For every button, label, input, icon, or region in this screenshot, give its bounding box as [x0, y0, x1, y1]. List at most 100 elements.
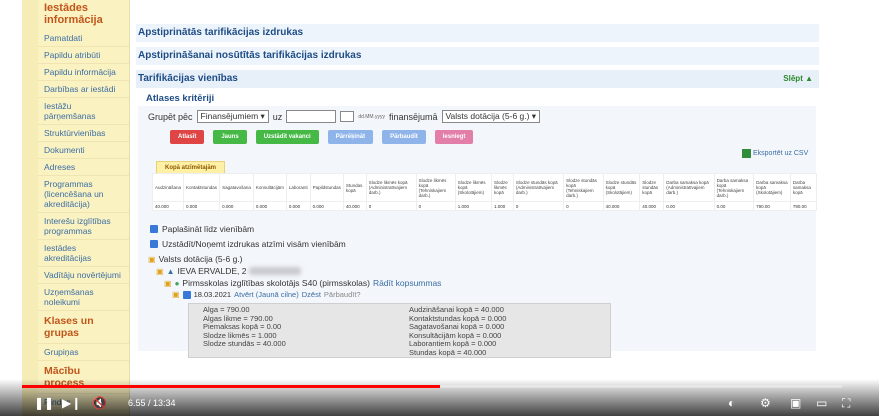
table-cell: 0.00: [663, 201, 715, 211]
folder-icon: ▣: [148, 254, 156, 264]
verify-button[interactable]: Pārbaudīt: [382, 130, 426, 144]
sidebar-item[interactable]: Iestādes akreditācijas: [38, 240, 129, 267]
open-new-tab-link[interactable]: Atvērt (Jaunā cilne): [234, 290, 299, 299]
sidebar-item[interactable]: Vadītāju novērtējumi: [38, 267, 129, 284]
table-header: Slodze likmēs kopā (Skolotājiem): [454, 173, 492, 202]
table-header: Slodze stundās kopā (Tehniskajiem darb.): [563, 173, 604, 202]
summary-table: Audzināšana Kontaktstundas Sagatavošana Kon…: [151, 173, 818, 211]
show-totals-link[interactable]: Rādīt kopsummas: [373, 278, 442, 288]
verify-link[interactable]: Pārbaudīt?: [324, 290, 361, 299]
next-icon[interactable]: ▶❙: [62, 396, 81, 410]
table-cell: 0.000: [309, 201, 344, 211]
table-cell: 0.000: [252, 201, 287, 211]
table-header: Papildstundas: [309, 173, 344, 202]
sidebar-item[interactable]: Adreses: [38, 159, 129, 176]
person-icon: ●: [174, 278, 180, 288]
settings-icon[interactable]: ⚙: [760, 396, 771, 410]
recalculate-button[interactable]: Pārrēķināt: [327, 130, 374, 144]
screen: Iestādes informācija Pamatdati Papildu at…: [0, 0, 879, 416]
tariff-units-row: Tarifikācijas vienības Slēpt ▲: [136, 70, 819, 88]
sidebar-item[interactable]: Iestāžu pārņemšanas: [38, 98, 129, 125]
action-buttons: Atlasīt Jauns Uzstādīt vakanci Pārrēķinā…: [170, 130, 474, 144]
sidebar-item[interactable]: Interešu izglītības programmas: [38, 213, 129, 240]
sidebar-item[interactable]: Grupiņas: [38, 344, 129, 361]
table-cell: 40.000: [151, 201, 185, 211]
submit-button[interactable]: Iesniegt: [434, 130, 474, 144]
date-input[interactable]: [286, 110, 337, 123]
volume-muted-icon[interactable]: 🔇: [92, 396, 107, 410]
fullscreen-icon[interactable]: ⛶: [842, 396, 850, 411]
table-header: Slodze likmēs kopā: [490, 173, 514, 202]
toggle-print-checkbox-row[interactable]: Uzstādīt/Noņemt izdrukas atzīmi visām vi…: [150, 239, 346, 249]
record-date: 18.03.2021: [193, 290, 232, 299]
sidebar: Iestādes informācija Pamatdati Papildu at…: [38, 0, 130, 416]
table-cell: 40.000: [342, 201, 367, 211]
table-cell: 0.000: [219, 201, 254, 211]
table-cell: 40.000: [639, 201, 665, 211]
table-header: Sagatavošana: [219, 173, 254, 202]
delete-link[interactable]: Dzēst: [302, 290, 321, 299]
autoplay-toggle-icon[interactable]: ◐: [728, 396, 735, 410]
calendar-icon[interactable]: [340, 111, 355, 122]
tree-node-funding-label: Valsts dotācija (5-6 g.): [158, 254, 243, 264]
table-header: Slodze likmēs kopā (Administratīvajiem d…: [365, 173, 417, 202]
excel-icon: [742, 149, 751, 158]
table-cell: 790.00: [753, 201, 791, 211]
group-by-label: Grupēt pēc: [148, 111, 193, 122]
detail-line: Stundas kopā = 40.000: [409, 347, 487, 357]
table-cell: 1.000: [454, 201, 492, 211]
sidebar-item[interactable]: Papildu informācija: [38, 64, 129, 81]
miniplayer-icon[interactable]: ▣: [790, 396, 801, 410]
table-cell: 0.000: [285, 201, 311, 211]
detail-right-column: Audzināšanai kopā = 40.000 Kontaktstundas…: [409, 305, 506, 357]
sidebar-item[interactable]: Struktūrvienības: [38, 125, 129, 142]
sidebar-item[interactable]: Darbības ar iestādi: [38, 81, 129, 98]
hide-link[interactable]: Slēpt ▲: [783, 70, 813, 88]
funding-select[interactable]: Valsts dotācija (5-6 g.) ▾: [441, 110, 541, 123]
pause-icon[interactable]: ❚❚: [34, 396, 54, 410]
sidebar-item[interactable]: Programmas (licencēšana un akreditācija): [38, 176, 129, 213]
tree-node-funding[interactable]: ▣ Valsts dotācija (5-6 g.): [148, 254, 243, 264]
redacted-id: [249, 267, 302, 275]
record-detail-panel: Alga = 790.00 Algas likme = 790.00 Piemaks…: [188, 303, 611, 358]
folder-icon: ▣: [156, 266, 164, 276]
checkbox-icon[interactable]: [150, 225, 158, 233]
table-header: Stundas kopā: [342, 173, 367, 202]
table-header: Konsultācijām: [252, 173, 287, 202]
export-csv-link[interactable]: Eksportēt uz CSV: [742, 149, 808, 158]
tree-node-person[interactable]: ▣ ▲ IEVA ERVALDE, 2: [156, 266, 302, 276]
table-header: Kontaktstundas: [183, 173, 221, 202]
table-header: Slodze stundās kopā: [639, 173, 665, 202]
record-checkbox[interactable]: [182, 290, 191, 299]
sidebar-item[interactable]: Uzņemšanas noleikumi: [38, 284, 129, 311]
detail-left-column: Alga = 790.00 Algas likme = 790.00 Piemaks…: [203, 305, 286, 349]
group-by-select[interactable]: Finansējumiem ▾: [196, 110, 269, 123]
table-header: Darba samaksa kopā (Administratīvajiem d…: [663, 173, 715, 202]
tree-node-position[interactable]: ▣ ● Pirmsskolas izglītības skolotājs S40…: [164, 278, 441, 288]
table-header: Laboranti: [285, 173, 311, 202]
sidebar-item[interactable]: Dokumenti: [38, 142, 129, 159]
sent-prints-title: Apstiprināšanai nosūtītās tarifikācijas …: [138, 50, 362, 61]
table-cell: 0: [512, 201, 565, 211]
sidebar-section-classes: Klases un grupas: [38, 311, 129, 344]
table-cell: 1.000: [490, 201, 514, 211]
table-header: Darba samaksa kopā: [789, 173, 818, 202]
funding-label: finansējumā: [388, 111, 438, 122]
select-button[interactable]: Atlasīt: [170, 130, 205, 144]
tree-node-record[interactable]: ▣ 18.03.2021 Atvērt (Jaunā cilne) Dzēst …: [172, 290, 361, 299]
checkbox-icon[interactable]: [150, 240, 158, 248]
filter-row: Grupēt pēc Finansējumiem ▾ uz dd.MM.yyyy…: [148, 110, 541, 123]
tariff-units-title: Tarifikācijas vienības: [138, 73, 238, 84]
approved-prints-row[interactable]: Apstiprinātās tarifikācijas izdrukas: [136, 24, 819, 42]
expand-units-checkbox-row[interactable]: Paplašināt līdz vienībām: [150, 224, 254, 234]
sidebar-item[interactable]: Pamatdati: [38, 30, 129, 47]
sent-prints-row[interactable]: Apstiprināšanai nosūtītās tarifikācijas …: [136, 47, 819, 65]
theater-icon[interactable]: ▭: [816, 396, 827, 410]
approved-prints-title: Apstiprinātās tarifikācijas izdrukas: [138, 27, 304, 38]
sidebar-item[interactable]: Papildu atribūti: [38, 47, 129, 64]
set-vacancy-button[interactable]: Uzstādīt vakanci: [255, 130, 319, 144]
criteria-title: Atlases kritēriji: [146, 93, 215, 104]
table-cell: 790.00: [789, 201, 818, 211]
table-header: Slodze stundās kopā (Skolotājiem): [602, 173, 641, 202]
new-button[interactable]: Jauns: [213, 130, 247, 144]
